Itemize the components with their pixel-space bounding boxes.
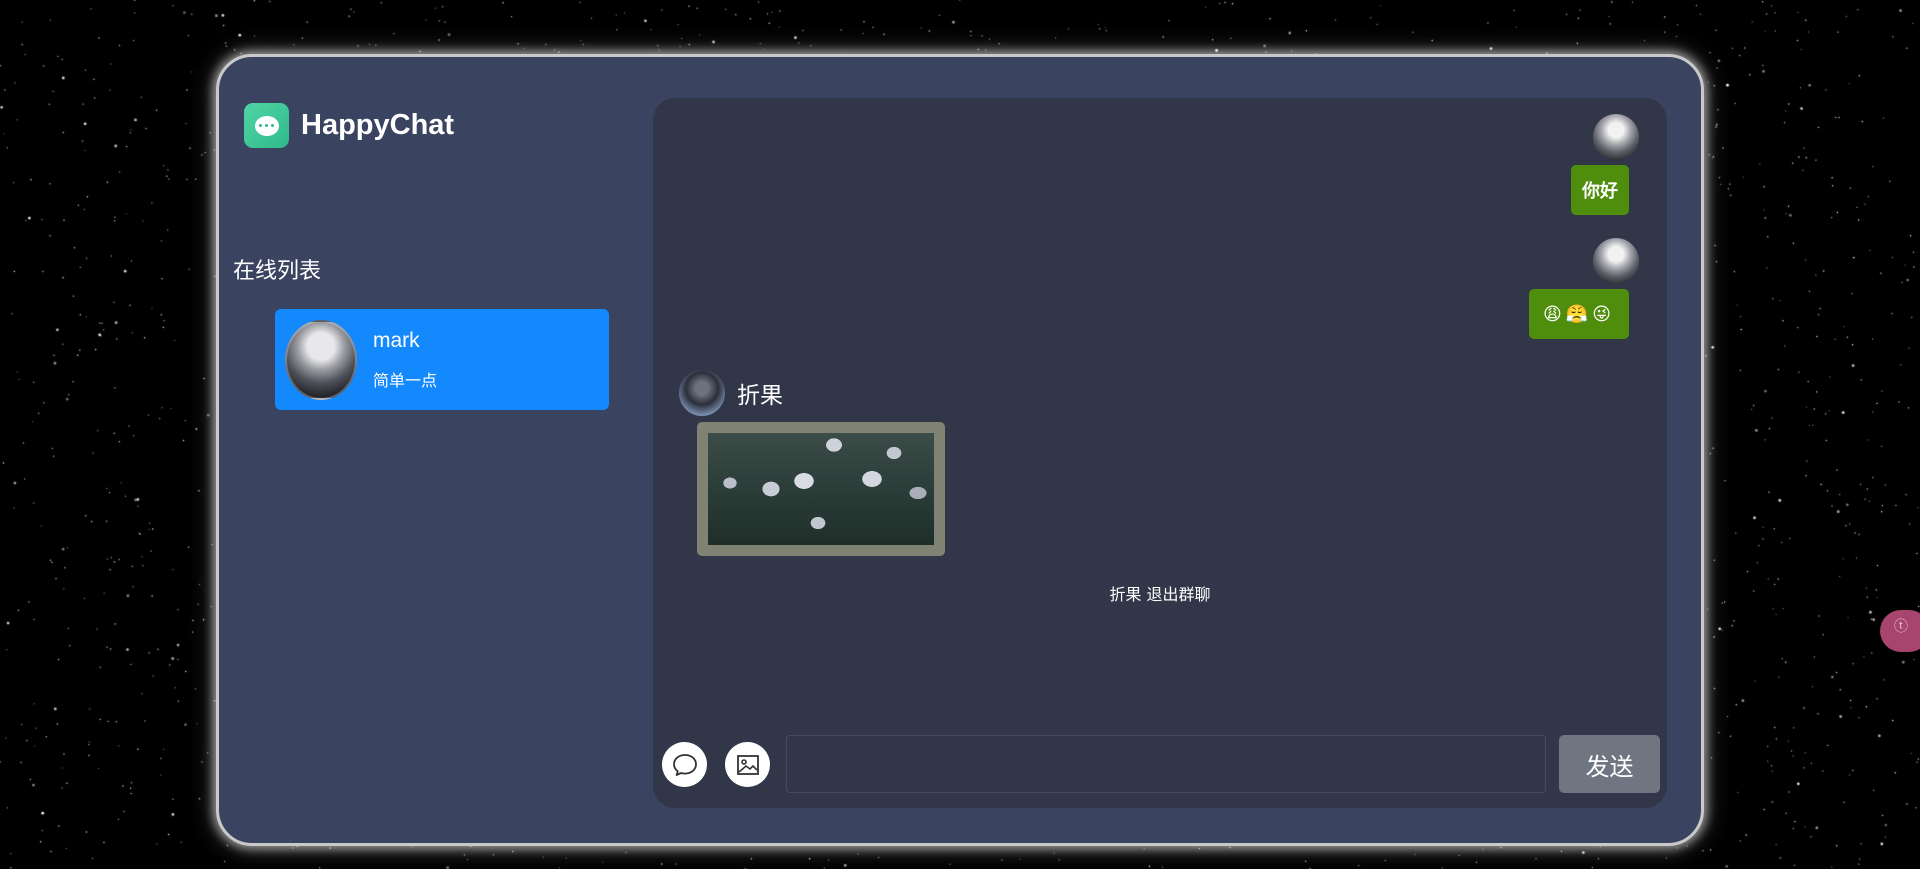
image-message[interactable] <box>697 422 945 556</box>
image-upload-button[interactable] <box>725 742 770 787</box>
system-notice: 折果 退出群聊 <box>1109 585 1211 604</box>
message-other: 折果 <box>679 370 945 556</box>
user-name: mark <box>373 328 420 352</box>
message-own: 😩😤😜 <box>1529 238 1639 339</box>
emoji-button[interactable] <box>662 742 707 787</box>
message-bubble: 你好 <box>1571 165 1629 215</box>
online-user-item[interactable]: mark 简单一点 <box>275 309 609 410</box>
translate-button[interactable]: ⓣ <box>1880 610 1920 652</box>
chat-bubble-icon <box>672 753 697 776</box>
send-button[interactable]: 发送 <box>1559 735 1660 793</box>
translate-icon: ⓣ <box>1894 619 1908 635</box>
image-icon <box>736 754 759 775</box>
brand: HappyChat <box>244 103 454 148</box>
chat-logo-icon <box>244 103 289 148</box>
avatar <box>285 319 357 400</box>
message-input[interactable] <box>786 735 1546 793</box>
online-list-title: 在线列表 <box>233 259 322 284</box>
avatar <box>1593 238 1639 284</box>
chat-app-window: HappyChat 在线列表 mark 简单一点 你好 😩😤😜 折果 折果 退出… <box>216 54 1704 846</box>
avatar <box>679 370 725 416</box>
message-bubble: 😩😤😜 <box>1529 289 1629 339</box>
message-own: 你好 <box>1571 114 1639 215</box>
brand-name: HappyChat <box>301 109 455 141</box>
sender-name: 折果 <box>737 383 783 409</box>
message-composer: 发送 <box>653 735 1667 795</box>
chat-panel: 你好 😩😤😜 折果 折果 退出群聊 发送 <box>653 98 1667 808</box>
user-status: 简单一点 <box>373 370 438 390</box>
flower-photo <box>708 433 934 545</box>
avatar <box>1593 114 1639 160</box>
